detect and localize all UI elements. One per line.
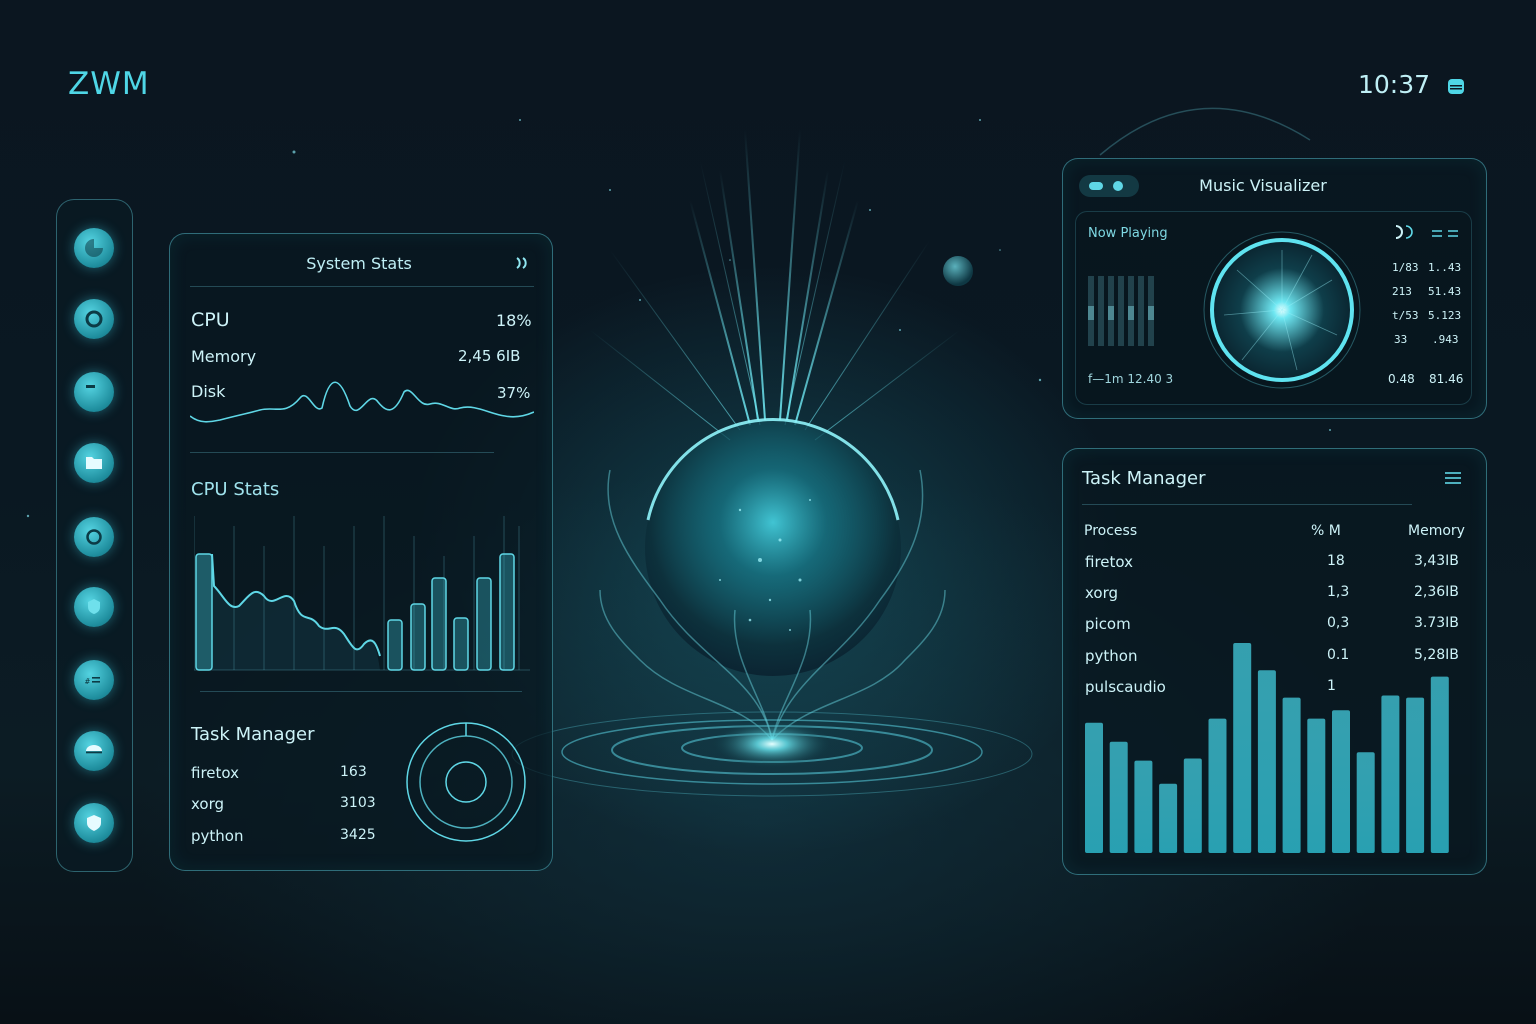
stat-right: 5.123 — [1428, 309, 1462, 322]
music-visualizer-panel: Music Visualizer Now Playing f—1m 12.40 … — [1062, 158, 1487, 419]
dock-window-button[interactable] — [74, 372, 114, 412]
memory-usage-bars — [1085, 643, 1449, 853]
cpu-stats-chart — [194, 516, 530, 671]
circle-icon — [86, 529, 102, 545]
stat-left: 213 — [1392, 285, 1412, 298]
memory-bar — [1183, 758, 1202, 853]
stat-right: 51.43 — [1428, 285, 1462, 298]
task-manager-mini-title: Task Manager — [191, 724, 315, 745]
moon-icon[interactable] — [1392, 224, 1418, 240]
process-row[interactable]: firetox 18 3,43IB — [1063, 553, 1483, 577]
stat-right: .943 — [1432, 333, 1459, 346]
divider — [190, 452, 494, 453]
task-value: 163 — [340, 764, 367, 780]
stat-footer-left: 0.48 — [1388, 372, 1415, 386]
process-percent: 18 — [1327, 553, 1345, 569]
equalizer-bars — [1088, 276, 1154, 346]
task-value: 3103 — [340, 795, 376, 811]
memory-bar — [1307, 718, 1326, 853]
stat-right: 1..43 — [1428, 261, 1462, 274]
disk-activity-sparkline — [190, 381, 534, 423]
dock-files-button[interactable] — [74, 443, 114, 483]
dock-circle-button[interactable] — [74, 517, 114, 557]
memory-bar — [1159, 783, 1178, 853]
now-playing-card: Now Playing f—1m 12.40 3 1/83 1..43 213 … — [1075, 211, 1472, 405]
column-header-process[interactable]: Process — [1084, 523, 1137, 539]
stat-left: t/53 — [1392, 309, 1419, 322]
security-icon — [87, 815, 101, 831]
folder-icon — [86, 457, 102, 469]
ring-icon — [85, 310, 103, 328]
dock-chat-button[interactable] — [74, 731, 114, 771]
track-time: f—1m 12.40 3 — [1088, 372, 1174, 386]
app-brand: ZWM — [68, 66, 150, 102]
memory-bar — [1233, 643, 1252, 853]
audio-visualizer-ring — [1203, 231, 1361, 389]
equalizer-icon[interactable] — [1430, 228, 1460, 240]
menu-icon[interactable] — [1444, 471, 1462, 485]
stat-footer-right: 81.46 — [1429, 372, 1464, 386]
app-dock: # — [56, 199, 133, 872]
cpu-value: 18% — [496, 311, 532, 330]
memory-bar — [1430, 676, 1449, 853]
process-memory: 2,36IB — [1414, 584, 1459, 600]
column-header-memory[interactable]: Memory — [1408, 523, 1465, 539]
task-name: xorg — [191, 795, 225, 813]
task-name: python — [191, 827, 244, 845]
dock-security-button[interactable] — [74, 803, 114, 843]
memory-value: 2,45 6IB — [458, 347, 521, 365]
memory-bar — [1332, 710, 1350, 853]
window-icon — [86, 385, 95, 388]
browser-icon — [85, 239, 103, 257]
task-manager-title: Task Manager — [1082, 468, 1206, 489]
clock: 10:37 — [1358, 70, 1431, 99]
shield-icon — [88, 599, 100, 614]
memory-bar — [1109, 741, 1128, 853]
dock-terminal-button[interactable]: # — [74, 660, 114, 700]
process-name: xorg — [1085, 584, 1119, 602]
stat-left: 33 — [1394, 333, 1408, 346]
memory-bar — [1406, 697, 1425, 853]
memory-bar — [1257, 670, 1276, 853]
process-row[interactable]: xorg 1,3 2,36IB — [1063, 584, 1483, 608]
memory-bar — [1085, 722, 1103, 853]
task-value: 3425 — [340, 827, 376, 843]
calendar-icon[interactable] — [1446, 76, 1466, 96]
memory-bar — [1356, 752, 1375, 853]
stat-left: 1/83 — [1392, 261, 1419, 274]
task-manager-panel: Task Manager Process % M Memory firetox 1… — [1062, 448, 1487, 875]
dock-shield-button[interactable] — [74, 587, 114, 627]
memory-bar — [1282, 697, 1301, 853]
usage-dial — [406, 722, 526, 842]
task-name: firetox — [191, 764, 239, 782]
divider — [1082, 504, 1412, 505]
chat-icon — [86, 745, 102, 754]
music-visualizer-title: Music Visualizer — [1199, 176, 1327, 195]
process-memory: 3,43IB — [1414, 553, 1459, 569]
cpu-label: CPU — [191, 309, 230, 331]
svg-text:#: # — [85, 677, 90, 686]
dock-browser-button[interactable] — [74, 228, 114, 268]
moon-icon[interactable] — [513, 254, 531, 272]
divider — [200, 691, 522, 692]
cpu-stats-title: CPU Stats — [191, 479, 280, 500]
terminal-icon: # — [85, 677, 100, 686]
system-stats-panel: System Stats CPU 18% Memory 2,45 6IB Dis… — [169, 233, 553, 871]
process-name: firetox — [1085, 553, 1133, 571]
memory-bar — [1208, 718, 1227, 853]
process-percent: 1,3 — [1327, 584, 1350, 600]
column-header-percent[interactable]: % M — [1311, 523, 1341, 539]
divider — [190, 286, 534, 287]
memory-bar — [1381, 695, 1400, 853]
memory-bar — [1134, 760, 1153, 853]
dock-ring-button[interactable] — [74, 299, 114, 339]
now-playing-label: Now Playing — [1088, 226, 1168, 241]
system-stats-title: System Stats — [306, 254, 412, 273]
